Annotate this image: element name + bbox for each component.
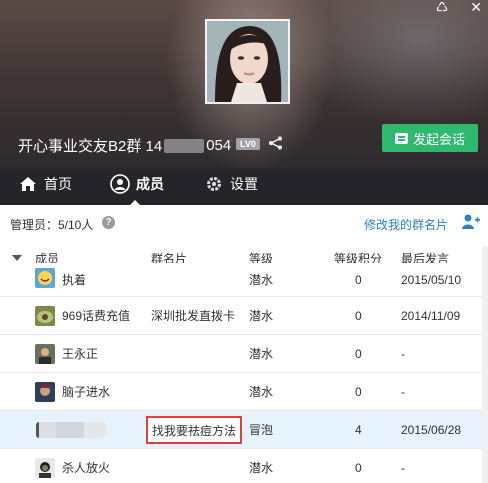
tab-members-label: 成员 (136, 176, 164, 192)
home-icon (18, 174, 38, 194)
level-badge: LV0 (236, 138, 260, 150)
start-chat-label: 发起会话 (412, 131, 465, 147)
help-icon[interactable]: ? (102, 216, 115, 229)
member-avatar (35, 458, 55, 478)
member-card: 深圳批发直拨卡 (151, 309, 236, 323)
window-controls: ♺ ✕ (436, 0, 482, 14)
member-avatar (35, 268, 55, 288)
member-avatar (35, 306, 55, 326)
group-avatar[interactable] (205, 19, 290, 104)
tab-settings[interactable]: 设置 (204, 174, 258, 194)
member-level: 潜水 (249, 347, 274, 361)
tab-home[interactable]: 首页 (18, 174, 72, 194)
group-name-suffix: 054 (206, 137, 232, 154)
member-level: 潜水 (249, 385, 274, 399)
table-row-selected[interactable]: 找我要祛痘方法 冒泡 4 2015/06/28 (0, 411, 488, 449)
gear-icon (204, 174, 224, 194)
member-level: 冒泡 (249, 423, 274, 437)
admin-count-label: 管理员：5/10人 (10, 218, 94, 232)
member-level: 潜水 (249, 309, 274, 323)
table-row[interactable]: 执着 潜水 0 2015/05/10 (0, 263, 488, 297)
member-points: 0 (355, 384, 362, 399)
vertical-scrollbar[interactable] (482, 246, 488, 483)
member-level: 潜水 (249, 273, 274, 287)
table-row[interactable]: 杀人放火 潜水 0 - (0, 449, 488, 483)
redacted-member (36, 422, 106, 438)
member-last-speak: 2015/05/10 (401, 272, 462, 287)
member-last-speak: - (401, 460, 405, 475)
member-avatar (35, 382, 55, 402)
tab-bar: 首页 成员 设置 (0, 168, 488, 205)
member-card-highlighted[interactable]: 找我要祛痘方法 (146, 416, 243, 444)
redacted-number (164, 138, 205, 153)
member-points: 0 (355, 346, 362, 361)
member-name: 脑子进水 (62, 385, 111, 399)
skin-icon[interactable]: ♺ (436, 0, 449, 14)
tab-home-label: 首页 (44, 176, 72, 192)
member-points: 0 (355, 308, 362, 323)
member-avatar (35, 344, 55, 364)
member-last-speak: 2015/06/28 (401, 422, 462, 437)
member-name: 王永正 (62, 347, 99, 361)
table-row[interactable]: 脑子进水 潜水 0 - (0, 373, 488, 411)
group-name: 开心事业交友B2群 14 054 (18, 135, 231, 156)
group-name-prefix: 开心事业交友B2群 14 (18, 138, 163, 155)
user-icon (110, 174, 130, 194)
tab-members[interactable]: 成员 (110, 174, 164, 194)
table-row[interactable]: 王永正 潜水 0 - (0, 335, 488, 373)
member-last-speak: - (401, 346, 405, 361)
add-member-icon[interactable] (461, 213, 481, 234)
share-icon[interactable] (268, 136, 284, 153)
start-chat-button[interactable]: 发起会话 (382, 124, 478, 152)
member-name: 杀人放火 (62, 461, 111, 475)
close-icon[interactable]: ✕ (470, 0, 482, 14)
member-points: 0 (355, 272, 362, 287)
member-points: 0 (355, 460, 362, 475)
member-name: 执着 (62, 273, 87, 287)
group-header: ♺ ✕ 开心事业交友B2群 14 054 LV0 发起会话 首页 成员 设置 (0, 0, 488, 205)
member-last-speak: 2014/11/09 (401, 308, 461, 323)
table-row[interactable]: 969话费充值 深圳批发直拨卡 潜水 0 2014/11/09 (0, 297, 488, 335)
chat-icon (394, 132, 408, 144)
member-last-speak: - (401, 384, 405, 399)
modify-card-link[interactable]: 修改我的群名片 (364, 216, 448, 233)
member-level: 潜水 (249, 461, 274, 475)
admin-bar: 管理员：5/10人 ? 修改我的群名片 (0, 205, 488, 241)
collapse-arrow-icon[interactable] (12, 255, 22, 261)
member-name: 969话费充值 (62, 309, 131, 323)
member-points: 4 (355, 422, 362, 437)
tab-settings-label: 设置 (230, 176, 258, 192)
